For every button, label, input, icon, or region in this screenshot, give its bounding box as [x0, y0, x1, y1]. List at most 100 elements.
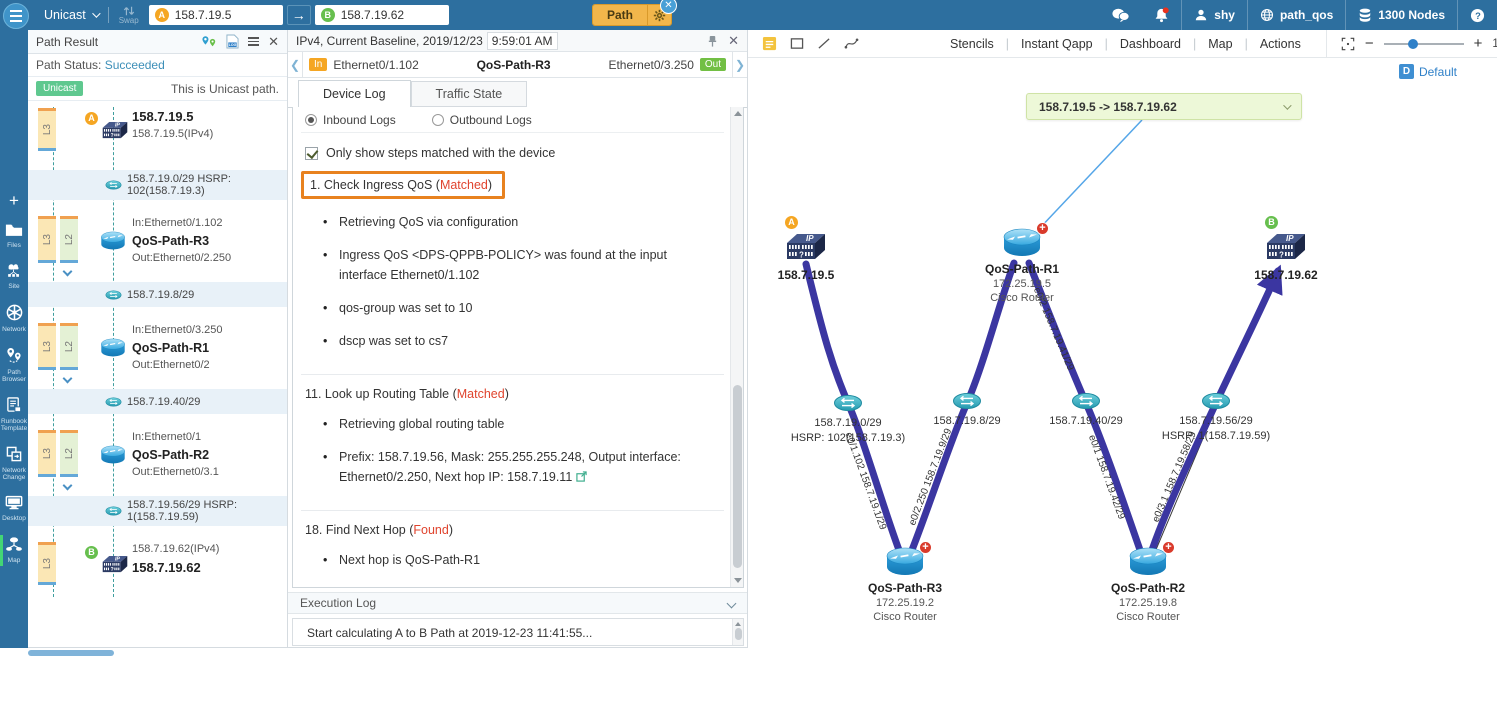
sidebar-item-add[interactable]: + — [0, 190, 28, 213]
alert-plus-badge[interactable]: + — [1036, 222, 1049, 235]
log-section-title: 11. Look up Routing Table (Matched) — [305, 387, 509, 401]
map-menu-actions[interactable]: Actions — [1248, 37, 1313, 51]
path-device-row[interactable]: L3 L2 In:Ethernet0/1.102 QoS-Path-R3 Out:Eth… — [28, 209, 287, 277]
tab-device-log[interactable]: Device Log — [298, 80, 411, 108]
map-menu-map[interactable]: Map — [1196, 37, 1244, 51]
tenant-menu[interactable]: path_qos — [1248, 0, 1345, 30]
node-count-menu[interactable]: 1300 Nodes — [1346, 0, 1457, 30]
tab-traffic-state[interactable]: Traffic State — [410, 81, 528, 107]
endpoint-a-input[interactable] — [174, 8, 275, 22]
user-menu[interactable]: shy — [1182, 0, 1247, 30]
main-menu-button[interactable] — [3, 3, 29, 29]
note-tool-button[interactable] — [762, 36, 777, 51]
node-sub-label: Cisco Router — [1116, 611, 1180, 623]
panel-title: Path Result — [36, 34, 99, 49]
vertical-scrollbar[interactable] — [730, 107, 743, 587]
notifications-button[interactable] — [1142, 0, 1181, 30]
close-icon[interactable]: ✕ — [268, 35, 279, 48]
baseline-time[interactable]: 9:59:01 AM — [486, 31, 558, 50]
node-icon-wrap: B — [1263, 215, 1309, 268]
match-filter-checkbox[interactable]: Only show steps matched with the device — [305, 146, 724, 160]
execution-log-header[interactable]: Execution Log — [288, 592, 747, 614]
sidebar-item-network-change[interactable]: Network Change — [0, 443, 28, 485]
horizontal-scrollbar-thumb[interactable] — [28, 650, 114, 656]
expand-chevron-icon[interactable] — [62, 480, 73, 491]
sidebar-item-network[interactable]: Network — [0, 301, 28, 337]
map-node-host-a[interactable]: A 158.7.19.5 — [748, 215, 886, 283]
path-device-row[interactable]: L3 L2 In:Ethernet0/3.250 QoS-Path-R1 Out:Eth… — [28, 316, 287, 384]
log-document-icon[interactable]: LOG — [226, 34, 239, 49]
radio-inbound[interactable]: Inbound Logs — [305, 113, 396, 127]
map-node-qos-path-r3[interactable]: + QoS-Path-R3 172.25.19.2 Cisco Router — [825, 541, 985, 624]
external-link-icon[interactable] — [576, 471, 587, 482]
sidebar-item-runbook-template[interactable]: Runbook Template — [0, 394, 28, 436]
panel-menu-icon[interactable] — [248, 35, 260, 48]
zoom-controls: − + 100% — [1325, 30, 1497, 57]
map-node-host-b[interactable]: B 158.7.19.62 — [1206, 215, 1366, 283]
zoom-in-button[interactable]: + — [1474, 36, 1483, 51]
sidebar-item-path-browser[interactable]: Path Browser — [0, 344, 28, 387]
path-device-row[interactable]: L3 L2 In:Ethernet0/1 QoS-Path-R2 Out:Etherne… — [28, 423, 287, 491]
expand-chevron-icon[interactable] — [62, 373, 73, 384]
next-hop-button[interactable]: ❯ — [732, 52, 747, 77]
close-icon[interactable]: ✕ — [728, 33, 739, 49]
path-endpoint-row[interactable]: L3 A 158.7.19.5 158.7.19.5(IPv4) — [28, 101, 287, 161]
scroll-down-arrow[interactable] — [734, 578, 742, 583]
sidebar-item-site[interactable]: Site — [0, 260, 28, 294]
expand-chevron-icon[interactable] — [62, 266, 73, 277]
map-canvas[interactable]: e0/1.102 158.7.19.1/29 e0/2.250 158.7.19.… — [748, 58, 1497, 660]
prev-hop-button[interactable]: ❮ — [288, 52, 303, 77]
sidebar-item-label: Site — [8, 283, 20, 290]
alert-plus-badge[interactable]: + — [1162, 541, 1175, 554]
radio-outbound[interactable]: Outbound Logs — [431, 112, 532, 127]
execution-log-scrollbar[interactable] — [732, 619, 743, 645]
scroll-up-arrow[interactable] — [735, 622, 741, 626]
alert-plus-badge[interactable]: + — [919, 541, 932, 554]
map-pins-icon[interactable] — [201, 35, 217, 49]
section-status: Found — [413, 523, 449, 537]
sidebar-item-map[interactable]: Map — [0, 533, 28, 568]
map-toolbar: Stencils | Instant Qapp | Dashboard | Map | Acti… — [748, 30, 1497, 58]
pin-icon[interactable] — [707, 35, 718, 47]
endpoint-b-input[interactable] — [340, 8, 441, 22]
zoom-slider[interactable] — [1383, 38, 1464, 49]
flow-summary-box[interactable]: 158.7.19.5 -> 158.7.19.62 — [1026, 93, 1302, 120]
direction-arrow-button[interactable]: → — [286, 5, 311, 25]
line-tool-button[interactable] — [817, 37, 831, 50]
path-mode-dropdown[interactable]: Unicast — [44, 8, 101, 22]
layer-chips: L3 L2 — [38, 323, 78, 370]
feedback-button[interactable] — [1100, 0, 1142, 30]
zoom-slider-handle[interactable] — [1407, 38, 1418, 49]
curve-icon — [844, 38, 859, 49]
radio-label: Outbound Logs — [449, 112, 532, 127]
swap-button[interactable]: Swap — [119, 5, 139, 25]
node-sub-label: HSRP: 102(158.7.19.3) — [790, 432, 906, 444]
detail-header: IPv4, Current Baseline, 2019/12/23 9:59:… — [288, 30, 747, 52]
log-bullet: Retrieving QoS via configuration — [303, 212, 722, 232]
map-menu-instant-qapp[interactable]: Instant Qapp — [1009, 37, 1105, 51]
scroll-up-arrow[interactable] — [734, 111, 742, 116]
map-node-qos-path-r2[interactable]: + QoS-Path-R2 172.25.19.8 Cisco Router — [1068, 541, 1228, 624]
sidebar-item-desktop[interactable]: Desktop — [0, 492, 28, 526]
map-node-qos-path-r1[interactable]: + QoS-Path-R1 172.25.19.5 Cisco Router — [942, 222, 1102, 305]
shape-tool-button[interactable] — [790, 37, 804, 50]
map-node-media-4[interactable]: 158.7.19.56/29 HSRP: 1(158.7.19.59) — [1136, 392, 1296, 443]
sidebar-item-label: Runbook Template — [0, 418, 28, 432]
curve-tool-button[interactable] — [844, 37, 859, 50]
media-icon — [105, 506, 122, 517]
zoom-out-button[interactable]: − — [1365, 36, 1374, 51]
close-path-bar-button[interactable]: ✕ — [660, 0, 677, 14]
scrollbar-thumb[interactable] — [734, 628, 742, 640]
media-icon — [1201, 392, 1231, 410]
path-endpoint-row[interactable]: L3 B 158.7.19.62(IPv4) 158.7.19.62 — [28, 535, 287, 595]
map-menu-dashboard[interactable]: Dashboard — [1108, 37, 1193, 51]
node-sub-label: HSRP: 1(158.7.19.59) — [1161, 430, 1271, 442]
path-button[interactable]: Path — [593, 5, 648, 25]
endpoint-name: 158.7.19.62 — [132, 560, 201, 575]
scrollbar-thumb[interactable] — [732, 385, 742, 568]
sidebar-item-files[interactable]: Files — [0, 220, 28, 253]
help-button[interactable]: ? — [1458, 0, 1497, 30]
map-menu-stencils[interactable]: Stencils — [938, 37, 1006, 51]
fit-to-screen-icon[interactable] — [1341, 37, 1355, 51]
layer-selector[interactable]: D Default — [1398, 64, 1457, 79]
